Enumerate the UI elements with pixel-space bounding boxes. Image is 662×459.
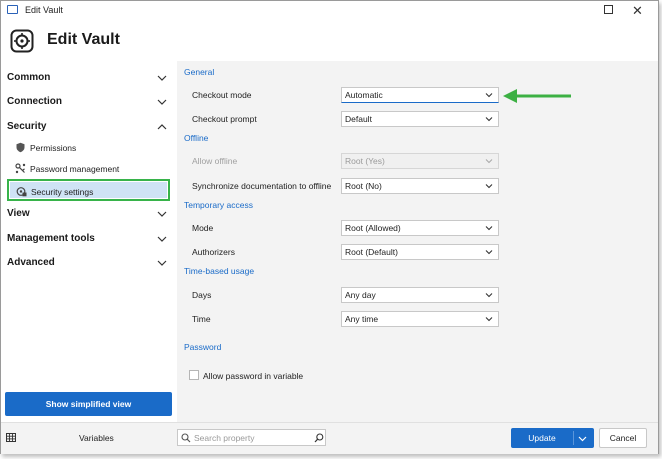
key-icon bbox=[15, 163, 26, 174]
chevron-down-icon[interactable] bbox=[157, 234, 167, 244]
chevron-down-icon bbox=[485, 250, 493, 255]
table-icon[interactable] bbox=[6, 433, 16, 442]
chevron-down-icon[interactable] bbox=[157, 258, 167, 268]
sync-documentation-label: Synchronize documentation to offline bbox=[192, 181, 332, 191]
group-time-based-usage: Time-based usage bbox=[184, 266, 255, 276]
mode-label: Mode bbox=[192, 223, 214, 233]
vault-icon bbox=[10, 29, 34, 53]
sidebar-section-management-tools[interactable]: Management tools bbox=[7, 233, 95, 244]
sidebar-section-advanced[interactable]: Advanced bbox=[7, 257, 55, 268]
search-icon[interactable] bbox=[314, 433, 324, 443]
sidebar: Common Connection Security Permissions P… bbox=[1, 61, 177, 422]
title-bar: Edit Vault ✕ bbox=[1, 1, 658, 21]
footer-bar: Variables Search property Update Cancel bbox=[1, 422, 658, 454]
cancel-button[interactable]: Cancel bbox=[599, 428, 647, 448]
allow-offline-label: Allow offline bbox=[192, 156, 238, 166]
mode-select[interactable]: Root (Allowed) bbox=[341, 220, 499, 236]
lock-gear-icon bbox=[16, 187, 27, 197]
close-icon[interactable]: ✕ bbox=[632, 1, 643, 21]
search-input[interactable]: Search property bbox=[177, 429, 326, 446]
chevron-down-icon bbox=[485, 317, 493, 322]
search-placeholder: Search property bbox=[194, 433, 255, 443]
search-icon bbox=[181, 433, 191, 443]
chevron-down-icon bbox=[485, 117, 493, 122]
page-title: Edit Vault bbox=[47, 31, 120, 48]
chevron-down-icon[interactable] bbox=[157, 97, 167, 107]
checkout-prompt-value: Default bbox=[345, 114, 372, 124]
allow-password-in-variable-label: Allow password in variable bbox=[203, 371, 304, 381]
time-select[interactable]: Any time bbox=[341, 311, 499, 327]
update-button[interactable]: Update bbox=[511, 428, 594, 448]
group-password: Password bbox=[184, 342, 222, 352]
chevron-up-icon[interactable] bbox=[157, 122, 167, 132]
update-label: Update bbox=[528, 433, 556, 443]
authorizers-value: Root (Default) bbox=[345, 247, 398, 257]
chevron-down-icon bbox=[485, 184, 493, 189]
days-value: Any day bbox=[345, 290, 376, 300]
chevron-down-icon bbox=[485, 226, 493, 231]
days-label: Days bbox=[192, 290, 212, 300]
sidebar-item-security-settings[interactable]: Security settings bbox=[7, 179, 170, 201]
sidebar-item-permissions[interactable]: Permissions bbox=[15, 142, 76, 153]
sync-documentation-select[interactable]: Root (No) bbox=[341, 178, 499, 194]
sidebar-item-content: Security settings bbox=[16, 186, 93, 197]
checkout-mode-select[interactable]: Automatic bbox=[341, 87, 499, 103]
edit-vault-window: Edit Vault ✕ Edit Vault Common Connectio… bbox=[0, 0, 659, 454]
sidebar-item-label: Security settings bbox=[31, 186, 94, 197]
annotation-arrow bbox=[503, 89, 571, 103]
days-select[interactable]: Any day bbox=[341, 287, 499, 303]
shield-icon bbox=[16, 142, 25, 153]
group-temporary-access: Temporary access bbox=[184, 200, 253, 210]
checkout-mode-label: Checkout mode bbox=[192, 90, 252, 100]
group-offline: Offline bbox=[184, 133, 209, 143]
sidebar-item-label: Permissions bbox=[30, 142, 77, 153]
checkout-mode-value: Automatic bbox=[345, 90, 383, 100]
sidebar-section-view[interactable]: View bbox=[7, 208, 30, 219]
time-label: Time bbox=[192, 314, 211, 324]
chevron-down-icon bbox=[485, 159, 493, 164]
window-title: Edit Vault bbox=[25, 5, 63, 15]
sidebar-item-label: Password management bbox=[30, 163, 120, 174]
chevron-down-icon[interactable] bbox=[157, 73, 167, 83]
variables-button[interactable]: Variables bbox=[79, 433, 114, 443]
sidebar-section-security[interactable]: Security bbox=[7, 121, 46, 132]
maximize-icon[interactable] bbox=[604, 5, 613, 14]
sync-documentation-value: Root (No) bbox=[345, 181, 382, 191]
allow-password-in-variable-checkbox[interactable] bbox=[189, 370, 199, 380]
show-simplified-view-button[interactable]: Show simplified view bbox=[5, 392, 172, 416]
time-value: Any time bbox=[345, 314, 379, 324]
chevron-down-icon[interactable] bbox=[157, 209, 167, 219]
split-divider bbox=[573, 431, 574, 445]
dialog-header: Edit Vault bbox=[1, 21, 658, 61]
sidebar-section-connection[interactable]: Connection bbox=[7, 96, 62, 107]
authorizers-label: Authorizers bbox=[192, 247, 235, 257]
sidebar-section-common[interactable]: Common bbox=[7, 72, 50, 83]
sidebar-item-password-management[interactable]: Password management bbox=[15, 163, 119, 174]
chevron-down-icon[interactable] bbox=[578, 434, 587, 443]
window-icon bbox=[7, 5, 18, 14]
chevron-down-icon bbox=[485, 293, 493, 298]
chevron-down-icon bbox=[485, 93, 493, 98]
allow-offline-value: Root (Yes) bbox=[345, 156, 385, 166]
group-general: General bbox=[184, 67, 215, 77]
settings-panel: General Checkout mode Automatic Checkout… bbox=[177, 61, 658, 422]
mode-value: Root (Allowed) bbox=[345, 223, 401, 233]
allow-offline-select: Root (Yes) bbox=[341, 153, 499, 169]
checkout-prompt-select[interactable]: Default bbox=[341, 111, 499, 127]
authorizers-select[interactable]: Root (Default) bbox=[341, 244, 499, 260]
checkout-prompt-label: Checkout prompt bbox=[192, 114, 257, 124]
